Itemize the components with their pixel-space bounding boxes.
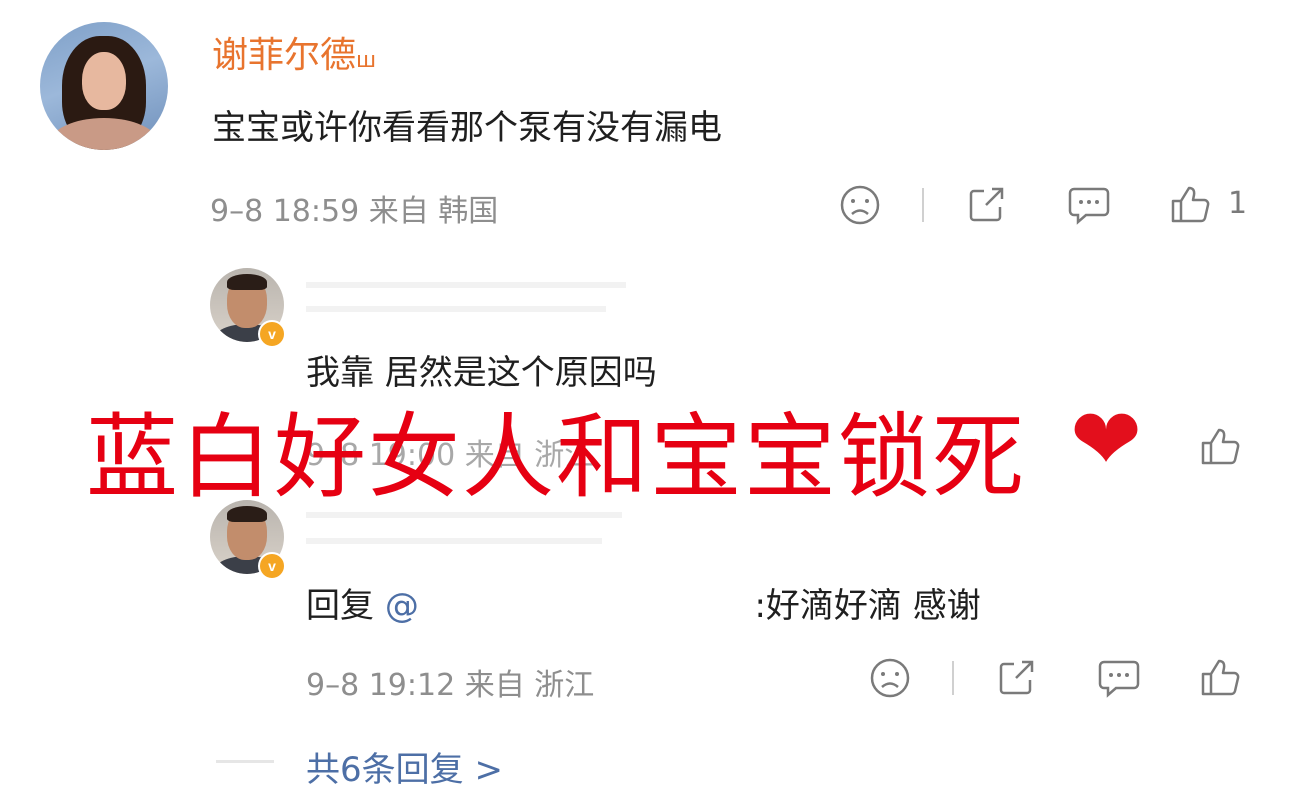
redacted-mention [429,607,744,617]
share-icon[interactable] [964,183,1008,227]
sad-face-icon[interactable] [868,656,912,700]
divider [216,760,274,763]
comment-username[interactable]: 谢菲尔德ш [212,26,376,78]
avatar-face [82,52,126,110]
thumbs-up-icon[interactable] [1168,183,1212,227]
view-replies-link[interactable]: 共6条回复 > [306,742,503,791]
reply-text: :好滴好滴 感谢 [754,586,981,626]
verified-badge-icon: v [258,552,286,580]
overlay-caption: 蓝白好女人和宝宝锁死 [86,404,1027,511]
avatar-hair [227,274,267,290]
divider [922,188,924,222]
redacted-username [306,274,640,316]
verified-badge-icon: v [258,320,286,348]
divider [952,661,954,695]
like-count: 1 [1228,186,1248,221]
redaction-mark [306,306,606,312]
reply-prefix: 回复 [306,586,374,626]
thumbs-up-icon[interactable] [1198,656,1242,700]
comment-meta: 9–8 19:12 来自 浙江 [306,668,595,703]
comment-text: 回复 @ :好滴好滴 感谢 [306,578,981,627]
redaction-mark [306,538,602,544]
username-suffix: ш [356,48,377,73]
redaction-mark [306,282,626,288]
comment-icon[interactable] [1066,183,1112,227]
heart-icon: ❤ [1070,390,1143,490]
comment-icon[interactable] [1096,656,1142,700]
mention-link[interactable]: @ [385,586,419,626]
thumbs-up-icon[interactable] [1198,425,1242,469]
username-text[interactable]: 谢菲尔德 [212,35,356,76]
sad-face-icon[interactable] [838,183,882,227]
share-icon[interactable] [994,656,1038,700]
avatar[interactable] [40,22,168,150]
comment-text: 宝宝或许你看看那个泵有没有漏电 [212,108,722,148]
comment-meta: 9–8 18:59 来自 韩国 [210,194,499,229]
